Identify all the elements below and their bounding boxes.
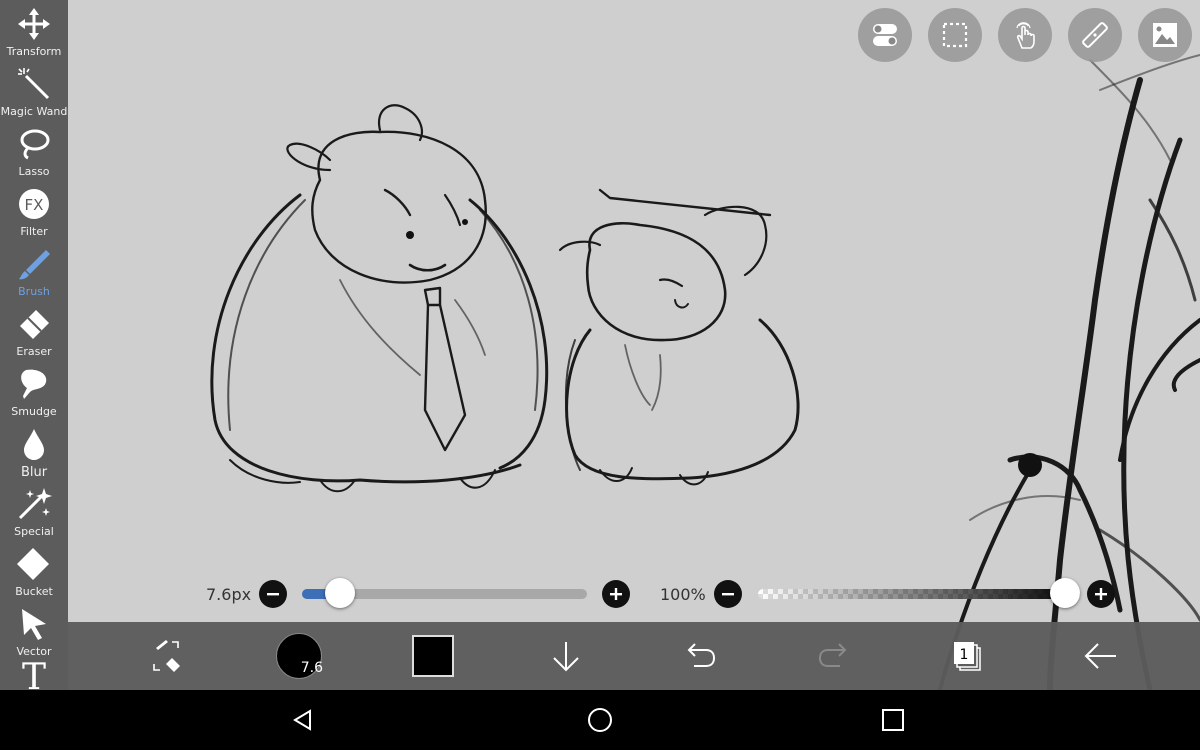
tool-label: Transform <box>6 45 62 58</box>
small-character-sketch <box>558 188 800 486</box>
brush-size-badge: 7.6 <box>300 660 323 676</box>
drawing-canvas[interactable] <box>0 0 1200 690</box>
layers-button[interactable]: 1 <box>942 632 990 680</box>
selection-rect-icon <box>942 22 968 48</box>
tool-magic-wand[interactable]: Magic Wand <box>0 62 68 122</box>
cursor-arrow-icon <box>22 609 46 640</box>
home-icon <box>588 708 612 732</box>
opacity-slider[interactable] <box>758 589 1080 599</box>
move-arrows-icon <box>18 8 50 40</box>
recents-icon <box>882 709 904 731</box>
plus-icon <box>610 588 622 600</box>
touch-button[interactable] <box>998 8 1052 62</box>
ruler-icon <box>1082 22 1108 48</box>
bucket-icon <box>17 548 49 580</box>
tool-label: Special <box>14 525 54 538</box>
smudge-icon <box>21 369 47 399</box>
fx-icon: FX <box>19 189 49 219</box>
layer-count: 1 <box>960 647 969 663</box>
tool-bucket[interactable]: Bucket <box>0 542 68 602</box>
tool-text[interactable]: T <box>0 657 68 691</box>
brush-size-slider-thumb[interactable] <box>325 578 355 608</box>
brush-icon <box>19 250 50 280</box>
tool-eraser[interactable]: Eraser <box>0 302 68 362</box>
tool-label: Magic Wand <box>0 105 68 118</box>
app-window: Transform Magic Wand Lasso FX Filter Bru… <box>0 0 1200 750</box>
tool-brush[interactable]: Brush <box>0 242 68 302</box>
tool-label: Blur <box>20 465 48 480</box>
brush-settings-button[interactable]: 7.6 <box>276 633 323 679</box>
layers-icon: 1 <box>954 642 981 671</box>
ruler-button[interactable] <box>1068 8 1122 62</box>
opacity-slider-thumb[interactable] <box>1050 578 1080 608</box>
system-navigation-bar <box>0 690 1200 750</box>
download-button[interactable] <box>542 632 590 680</box>
brush-size-decrease-button[interactable] <box>259 580 287 608</box>
minus-icon <box>267 593 279 596</box>
opacity-increase-button[interactable] <box>1087 580 1115 608</box>
tool-label: Bucket <box>15 585 53 598</box>
undo-icon <box>687 643 716 667</box>
magic-wand-icon <box>18 68 50 100</box>
bear-sketch <box>210 104 549 493</box>
arrow-down-icon <box>553 642 579 672</box>
plus-icon <box>1095 588 1107 600</box>
tool-label: Eraser <box>16 345 52 358</box>
tool-blur[interactable]: Blur <box>0 422 68 482</box>
droplet-icon <box>24 429 44 460</box>
tool-label: Smudge <box>11 405 57 418</box>
tool-special[interactable]: Special <box>0 482 68 542</box>
reference-image-button[interactable] <box>1138 8 1192 62</box>
tool-label: Brush <box>18 285 50 298</box>
brush-eraser-swap-icon <box>153 640 180 672</box>
back-icon <box>293 709 311 731</box>
redo-button[interactable] <box>810 632 858 680</box>
opacity-decrease-button[interactable] <box>714 580 742 608</box>
redo-icon <box>818 643 847 667</box>
tool-sidebar: Transform Magic Wand Lasso FX Filter Bru… <box>0 0 68 690</box>
lasso-icon <box>20 129 50 160</box>
tool-lasso[interactable]: Lasso <box>0 122 68 182</box>
image-icon <box>1153 23 1177 47</box>
selection-button[interactable] <box>928 8 982 62</box>
text-icon: T <box>21 657 46 691</box>
fx-text: FX <box>25 196 44 214</box>
tool-transform[interactable]: Transform <box>0 2 68 62</box>
undo-button[interactable] <box>676 632 724 680</box>
swap-brush-eraser-button[interactable] <box>142 632 190 680</box>
nav-recents-button[interactable] <box>878 705 908 735</box>
tool-vector[interactable]: Vector <box>0 602 68 662</box>
tool-label: Lasso <box>18 165 50 178</box>
sketch-artwork <box>210 54 1200 690</box>
brush-size-label: 7.6px <box>206 585 252 604</box>
opacity-label: 100% <box>660 585 706 604</box>
tool-label: Filter <box>20 225 48 238</box>
nav-back-button[interactable] <box>288 705 318 735</box>
sparkle-icon <box>18 488 52 520</box>
eraser-icon <box>20 310 49 339</box>
brush-size-increase-button[interactable] <box>602 580 630 608</box>
toggle-button[interactable] <box>858 8 912 62</box>
arrow-left-icon <box>1084 643 1116 669</box>
toggle-switch-icon <box>873 24 897 46</box>
hand-touch-icon <box>1016 22 1035 49</box>
color-picker-button[interactable] <box>412 635 454 677</box>
tool-filter[interactable]: FX Filter <box>0 182 68 242</box>
minus-icon <box>722 593 734 596</box>
bottom-action-bar: 7.6 1 <box>68 622 1200 690</box>
nav-home-button[interactable] <box>585 705 615 735</box>
back-arrow-button[interactable] <box>1076 632 1124 680</box>
tool-smudge[interactable]: Smudge <box>0 362 68 422</box>
